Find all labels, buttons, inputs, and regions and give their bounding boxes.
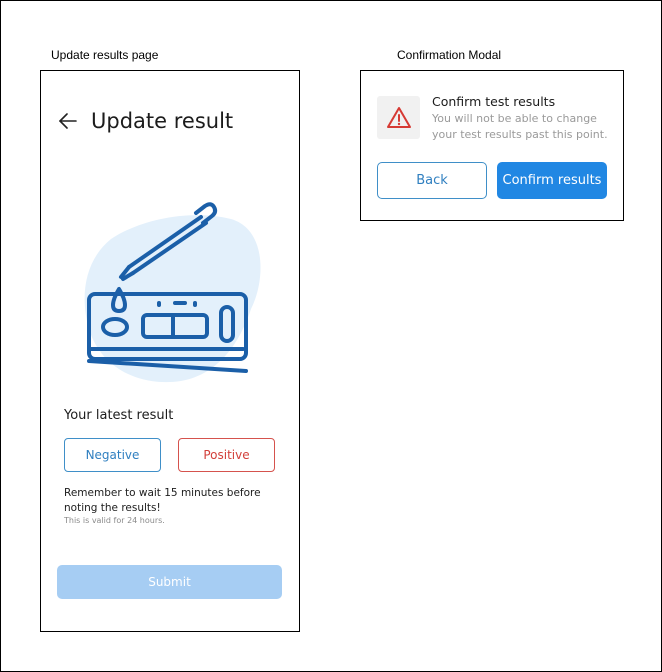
confirm-results-button[interactable]: Confirm results <box>497 162 607 199</box>
rapid-test-kit-illustration <box>81 199 261 384</box>
caption-confirmation-modal: Confirmation Modal <box>397 48 502 62</box>
warning-triangle-icon <box>377 96 420 139</box>
caption-update-results-page: Update results page <box>51 48 159 62</box>
reminder-text: Remember to wait 15 minutes before notin… <box>64 487 261 514</box>
negative-button[interactable]: Negative <box>64 438 161 472</box>
latest-result-label: Your latest result <box>64 408 174 423</box>
back-button[interactable]: Back <box>377 162 487 199</box>
modal-title: Confirm test results <box>432 94 556 109</box>
update-results-screen: Update result Your latest result Negativ… <box>40 70 300 632</box>
modal-body: You will not be able to change your test… <box>432 112 608 141</box>
arrow-left-icon[interactable] <box>57 110 79 132</box>
submit-button[interactable]: Submit <box>57 565 282 599</box>
confirmation-modal: Confirm test results You will not be abl… <box>360 70 624 221</box>
page-header: Update result <box>57 109 233 133</box>
positive-button[interactable]: Positive <box>178 438 275 472</box>
validity-note: This is valid for 24 hours. <box>64 516 165 525</box>
page-title: Update result <box>91 109 234 133</box>
